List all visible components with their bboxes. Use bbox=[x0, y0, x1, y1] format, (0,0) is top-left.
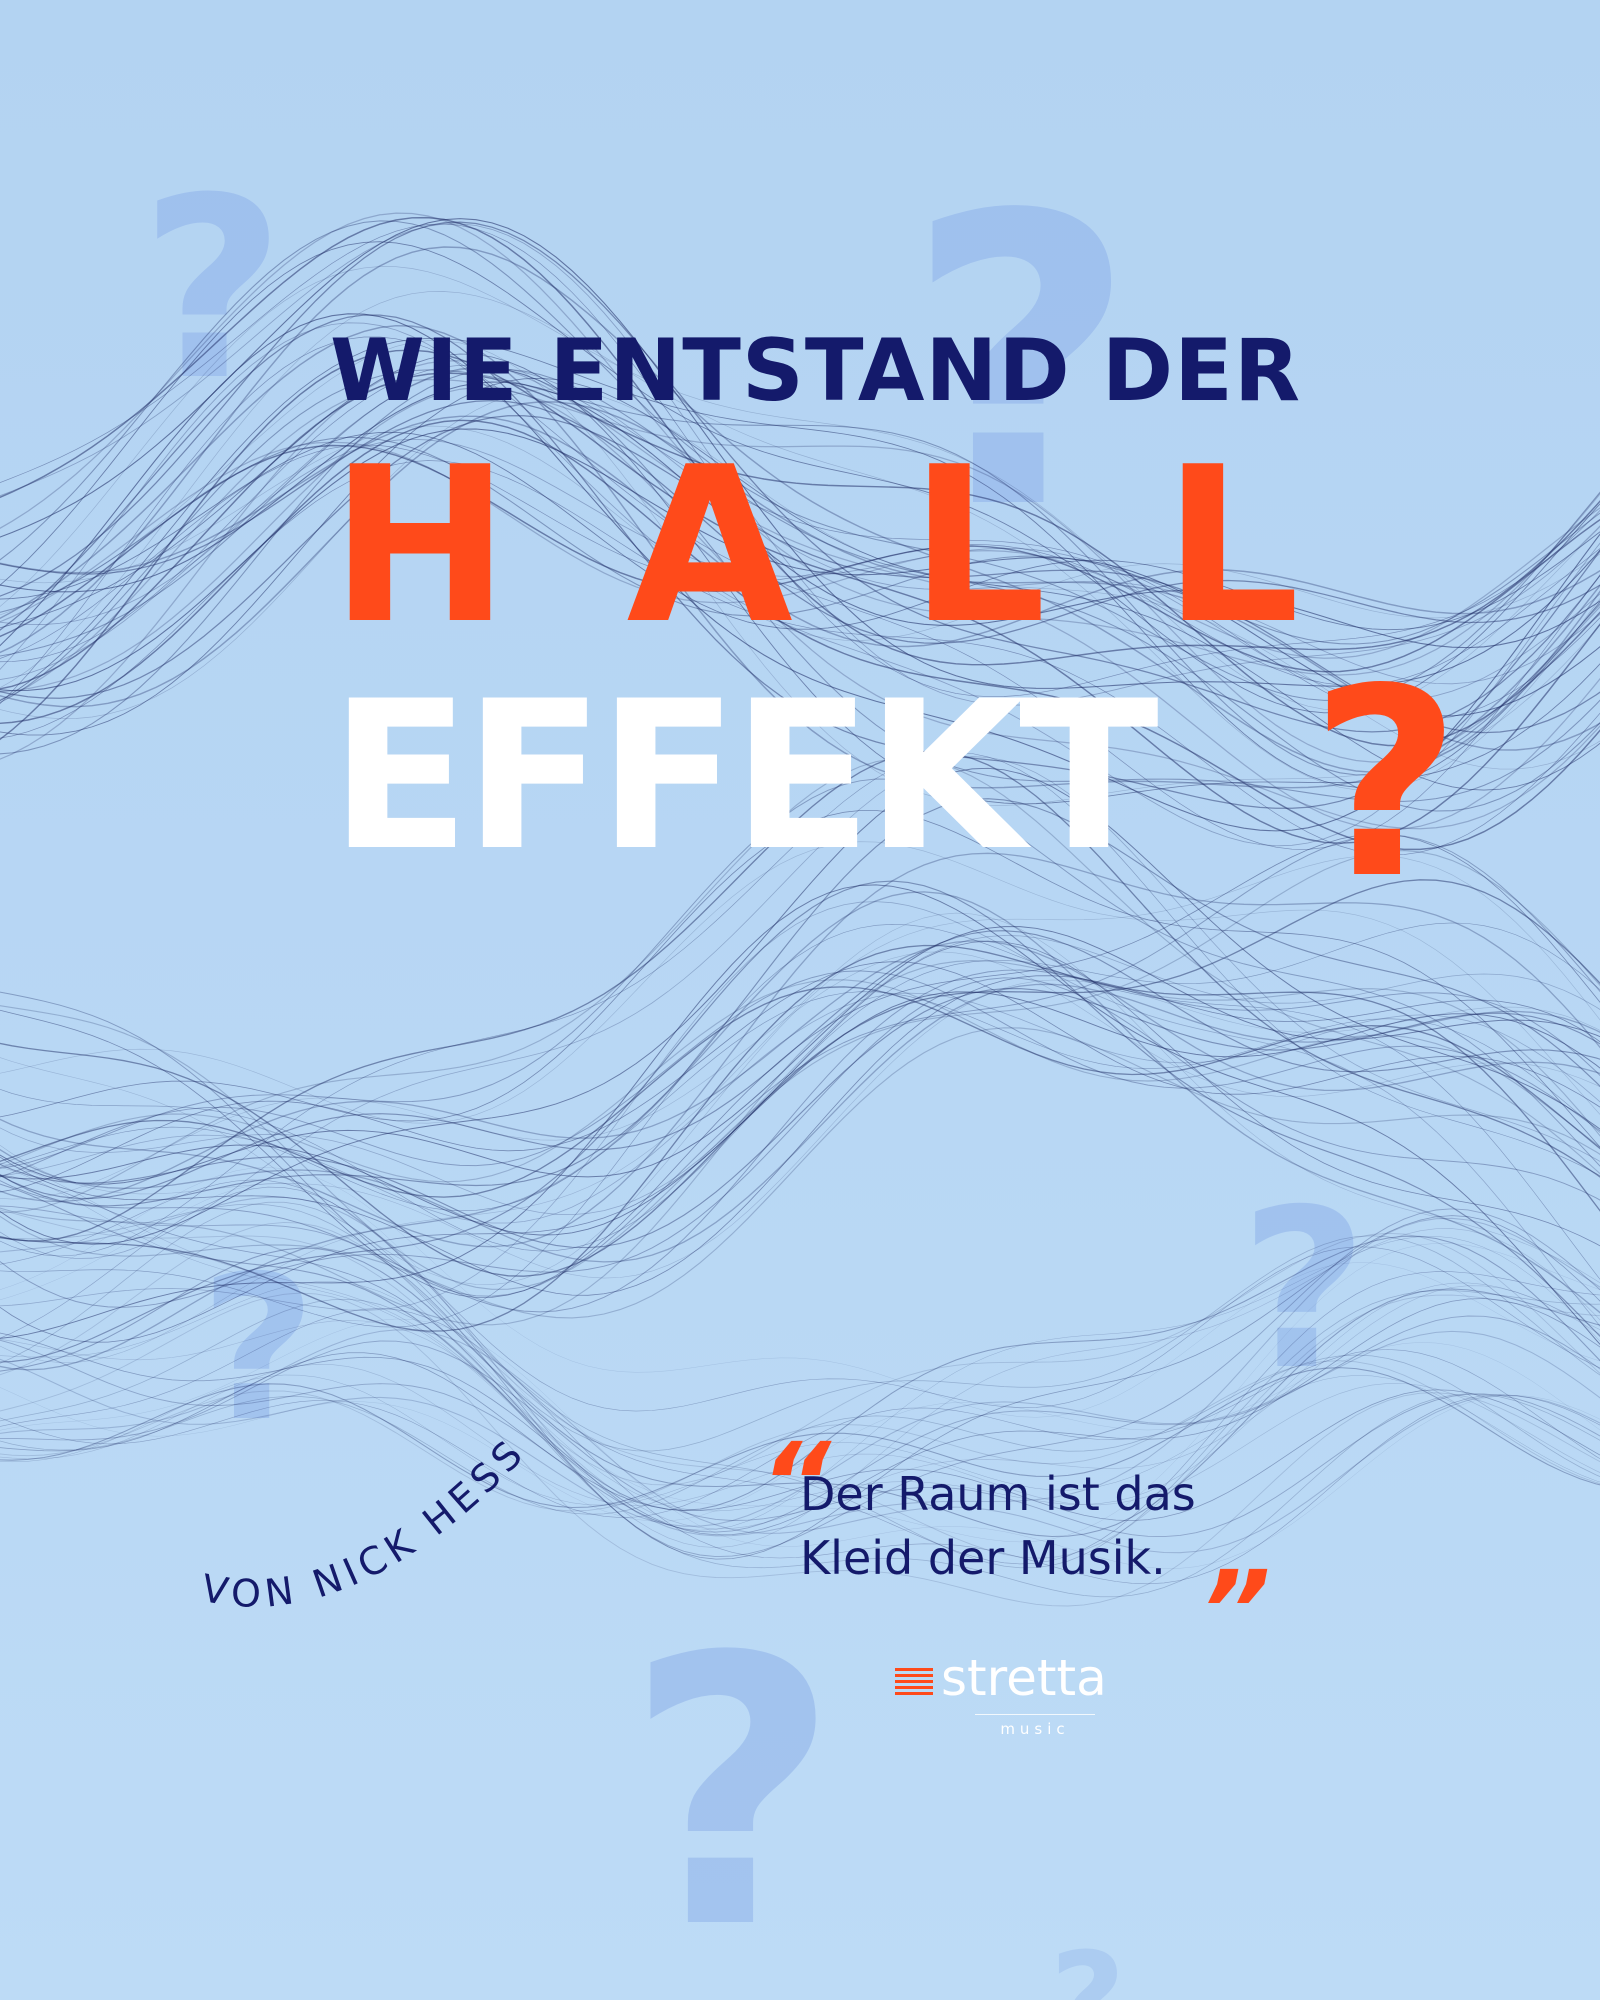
headline-line-1: WIE ENTSTAND DER bbox=[330, 321, 1302, 421]
wave-line bbox=[0, 884, 1600, 1346]
wave-line bbox=[0, 879, 1600, 1277]
headline-question-mark: ? bbox=[1310, 634, 1461, 936]
headline-line-3: EFFEKT bbox=[330, 658, 1159, 896]
author-byline: VON NICK HESS bbox=[198, 1429, 535, 1616]
wave-line bbox=[0, 986, 1600, 1198]
wave-line bbox=[0, 901, 1600, 1327]
wave-line bbox=[0, 940, 1600, 1343]
wave-line bbox=[0, 935, 1600, 1215]
headline-letter: H bbox=[330, 420, 510, 671]
wave-line bbox=[0, 988, 1600, 1249]
wave-line bbox=[0, 977, 1600, 1308]
stretta-logo: stretta music bbox=[895, 1648, 1135, 1738]
svg-text:VON NICK HESS: VON NICK HESS bbox=[198, 1429, 535, 1616]
brand-tagline: music bbox=[1000, 1720, 1070, 1738]
headline-letter: L bbox=[1162, 420, 1300, 671]
author-byline-text: VON NICK HESS bbox=[198, 1429, 529, 1616]
wave-line bbox=[0, 891, 1600, 1371]
wave-lines-graphic bbox=[0, 212, 1600, 1607]
brand-name: stretta bbox=[941, 1649, 1107, 1707]
headline-line-2: H A L L bbox=[330, 438, 1300, 653]
poster: ? ? ? ? ? ? WIE ENTSTAND DER H A L L EFF… bbox=[0, 0, 1600, 2000]
headline-letter: A bbox=[626, 420, 793, 671]
quote-line-1: Der Raum ist das bbox=[800, 1467, 1196, 1521]
wave-line bbox=[0, 969, 1600, 1313]
headline-letter: L bbox=[909, 420, 1047, 671]
wave-line bbox=[0, 930, 1600, 1199]
stretta-staff-icon bbox=[895, 1668, 933, 1696]
wave-line bbox=[0, 979, 1600, 1183]
brand-divider bbox=[975, 1714, 1095, 1715]
quote-close-mark: ” bbox=[1200, 1547, 1271, 1675]
